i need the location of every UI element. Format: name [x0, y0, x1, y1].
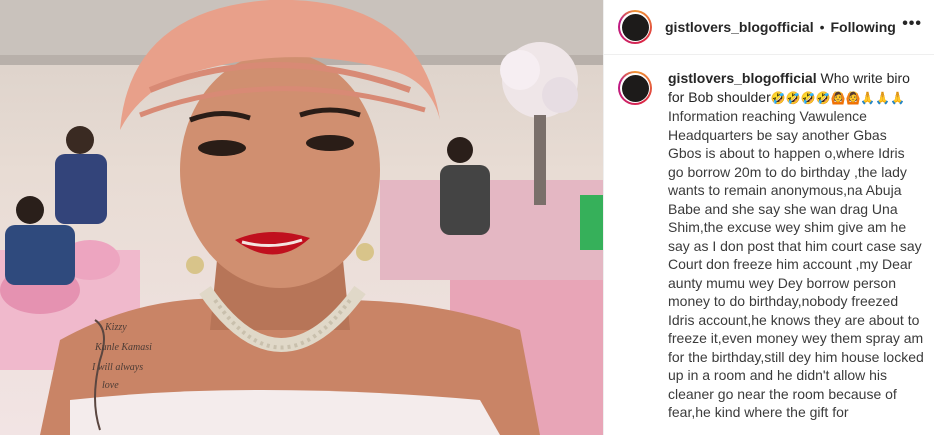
eye-left [198, 140, 246, 156]
more-options-icon[interactable]: ••• [902, 15, 922, 39]
svg-text:love: love [102, 380, 119, 391]
eye-right [306, 135, 354, 151]
instagram-post: Kizzy Kunle Kamasi I will always love gi… [0, 0, 934, 435]
post-side-panel: gistlovers_blogofficial • Following ••• … [603, 0, 934, 435]
caption-username[interactable]: gistlovers_blogofficial [668, 70, 817, 86]
caption-area: gistlovers_blogofficial Who write biro f… [604, 55, 934, 422]
post-header: gistlovers_blogofficial • Following ••• [604, 0, 934, 55]
photo-illustration: Kizzy Kunle Kamasi I will always love [0, 0, 603, 435]
svg-text:I will always: I will always [91, 362, 143, 373]
dress [70, 390, 500, 435]
tattoo-line-1: Kizzy [104, 322, 127, 333]
avatar-logo-icon [621, 74, 649, 102]
svg-text:Kunle Kamasi: Kunle Kamasi [94, 342, 152, 353]
caption-avatar[interactable] [618, 71, 652, 105]
following-button[interactable]: Following [831, 19, 896, 35]
caption: gistlovers_blogofficial Who write biro f… [668, 69, 924, 422]
avatar-logo-icon [621, 13, 649, 41]
header-username[interactable]: gistlovers_blogofficial [665, 19, 814, 35]
post-photo[interactable]: Kizzy Kunle Kamasi I will always love [0, 0, 603, 435]
avatar[interactable] [618, 10, 652, 44]
caption-emojis: 🤣🤣🤣🤣🙆🙆🙏🙏🙏 [770, 90, 906, 105]
guest [66, 126, 94, 154]
caption-body: Information reaching Vawulence Headquart… [668, 108, 924, 420]
separator-dot: • [819, 19, 825, 35]
pink-table [380, 180, 603, 280]
